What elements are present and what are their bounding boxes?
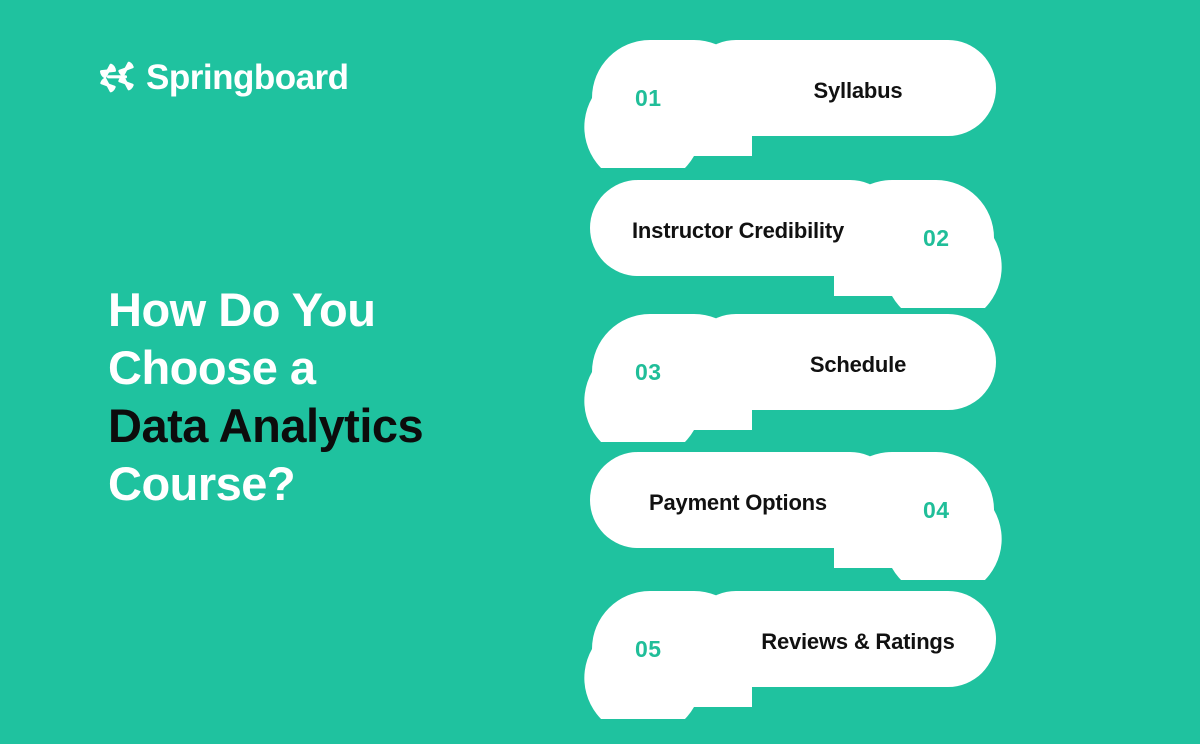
list-item[interactable]: 05 Reviews & Ratings	[578, 585, 1008, 719]
list-item[interactable]: 01 Syllabus	[578, 34, 1008, 168]
list-item[interactable]: 03 Schedule	[578, 308, 1008, 442]
headline-line-3-highlight: Data Analytics	[108, 399, 424, 453]
step-number: 01	[635, 85, 662, 111]
steps-list: 01 Syllabus 02 Instructor Credibility 03…	[578, 34, 1008, 724]
step-label: Instructor Credibility	[632, 217, 844, 243]
step-number: 04	[923, 497, 950, 523]
headline-line-4: Course?	[108, 456, 296, 510]
brand-logo: Springboard	[98, 52, 349, 102]
page-title: How Do You Choose a Data Analytics Cours…	[108, 281, 528, 512]
headline-line-2: Choose a	[108, 341, 316, 395]
step-label: Reviews & Ratings	[761, 628, 955, 654]
step-number: 05	[635, 636, 662, 662]
headline-line-1: How Do You	[108, 283, 376, 337]
brand-name: Springboard	[146, 57, 349, 97]
springboard-starburst-icon	[98, 52, 136, 102]
step-label: Payment Options	[649, 489, 827, 515]
step-number: 02	[923, 225, 950, 251]
step-label: Schedule	[809, 351, 907, 377]
list-item[interactable]: 04 Payment Options	[578, 446, 1008, 580]
step-number: 03	[635, 359, 662, 385]
list-item[interactable]: 02 Instructor Credibility	[578, 174, 1008, 308]
infographic-canvas: Springboard How Do You Choose a Data Ana…	[0, 0, 1200, 744]
step-label: Syllabus	[813, 77, 903, 103]
